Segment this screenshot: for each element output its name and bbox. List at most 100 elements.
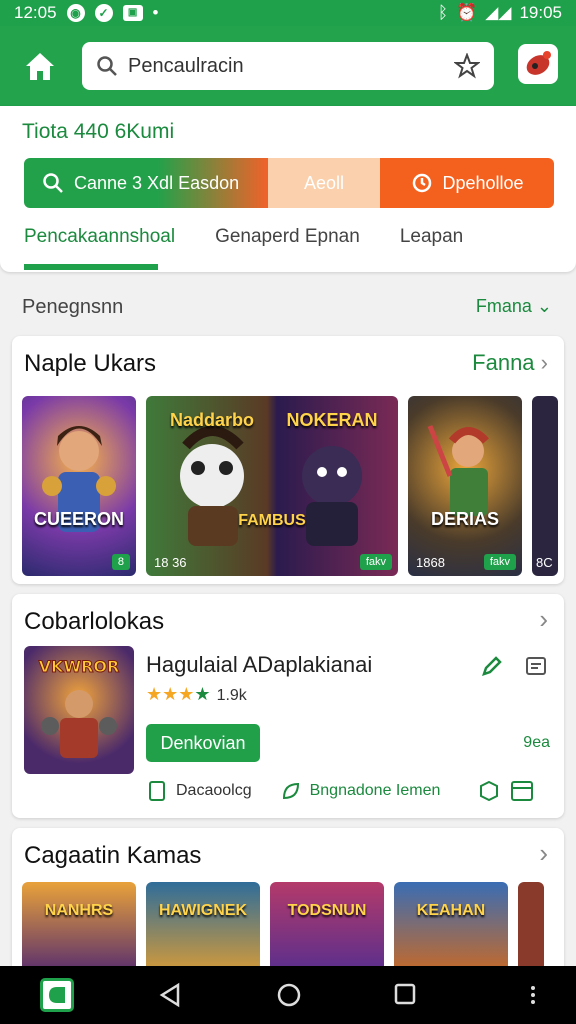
star-icon: ★ — [162, 684, 179, 704]
game-rating: 8C — [536, 555, 553, 570]
panel-see-all-link[interactable]: Fanna › — [472, 350, 548, 376]
hero-art-icon — [42, 426, 116, 532]
section-title: Penegnsnn — [22, 296, 124, 318]
search-icon — [43, 173, 63, 193]
chevron-right-icon[interactable]: › — [539, 604, 548, 635]
panel-title: Naple Ukars — [24, 350, 157, 377]
list-icon[interactable] — [524, 654, 548, 678]
action-button-3-label: Dpeholloe — [442, 172, 524, 193]
tab-3[interactable]: Leapan — [400, 226, 463, 272]
game-carousel[interactable]: NANHRS HAWIGNEK TODSNUN KEAHAN — [22, 882, 544, 972]
game-card-partial[interactable]: 8C — [532, 396, 558, 576]
top-app-bar: Pencaulracin — [0, 26, 576, 106]
store-app-icon[interactable] — [40, 978, 74, 1012]
action-button-row: Canne 3 Xdl Easdon Aeoll Dpeholloe — [24, 158, 554, 208]
game-rating: 1868 — [416, 555, 445, 570]
calendar-icon[interactable] — [510, 780, 534, 802]
warrior-art-icon — [427, 425, 489, 516]
game-badge: fakv — [483, 554, 516, 570]
game-rating: 18 36 — [154, 555, 187, 570]
section-more-link[interactable]: Fmana ⌄ — [476, 296, 552, 319]
chevron-down-icon: ⌄ — [536, 296, 552, 316]
star-icon: ★ — [146, 684, 163, 704]
category-card: Tiota 440 6Kumi Canne 3 Xdl Easdon Aeoll… — [0, 106, 576, 272]
game-card[interactable]: NANHRS — [22, 882, 136, 972]
rating-count: 1.9k — [216, 687, 247, 704]
alarm-icon: ⏰ — [456, 3, 478, 22]
home-icon — [26, 53, 54, 80]
action-button-2[interactable]: Aeoll — [268, 158, 380, 208]
tablet-icon — [149, 781, 165, 801]
system-nav-bar — [0, 966, 576, 1024]
action-button-1-label: Canne 3 Xdl Easdon — [74, 172, 240, 193]
footer-left-text: Dacaoolcg — [176, 782, 252, 799]
section-more-label: Fmana — [475, 296, 532, 316]
chevron-right-icon[interactable]: › — [539, 838, 548, 869]
game-card[interactable]: TODSNUN — [270, 882, 384, 972]
game-title: HAWIGNEK — [159, 902, 247, 919]
action-button-3[interactable]: Dpeholloe — [380, 158, 554, 208]
footer-right-text[interactable]: Bngnadone Iemen — [310, 782, 441, 800]
section-header: Penegnsnn Fmana ⌄ — [22, 296, 552, 319]
more-dot-icon: • — [152, 3, 159, 22]
signal-icon: ◢◢ — [485, 3, 512, 22]
store-logo-icon — [49, 987, 65, 1003]
game-title: TODSNUN — [287, 902, 367, 919]
back-icon[interactable] — [158, 982, 182, 1008]
game-card[interactable]: KEAHAN — [394, 882, 508, 972]
star-icon: ★ — [178, 684, 195, 704]
refresh-icon — [413, 173, 432, 193]
home-button[interactable] — [20, 46, 60, 86]
star-icon[interactable] — [454, 53, 480, 79]
game-title: DERIAS — [430, 509, 499, 529]
panel-title: Cobarlolokas — [24, 608, 165, 635]
game-card-partial[interactable] — [518, 882, 544, 972]
game-card[interactable]: HAWIGNEK — [146, 882, 260, 972]
search-input[interactable]: Pencaulracin — [128, 55, 454, 78]
bluetooth-icon: ᛒ — [437, 3, 449, 22]
notification-icon: ◉ — [66, 4, 85, 22]
game-title: CUEERON — [33, 509, 124, 529]
app-size: 9ea — [523, 734, 550, 751]
action-button-2-label: Aeoll — [303, 172, 345, 193]
recents-icon[interactable] — [394, 983, 416, 1005]
card-title: Tiota 440 6Kumi — [22, 120, 175, 143]
edit-icon[interactable] — [480, 654, 504, 678]
star-icon: ★ — [194, 684, 211, 704]
rating-stars: ★★★★ 1.9k — [146, 684, 247, 705]
more-vert-icon[interactable] — [528, 984, 538, 1006]
status-time-right: 19:05 — [519, 3, 562, 22]
game-title: KEAHAN — [416, 902, 486, 919]
panel-title: Cagaatin Kamas — [24, 842, 202, 869]
search-icon — [97, 56, 117, 76]
hex-badge-icon[interactable] — [478, 780, 500, 802]
game-badge: fakv — [359, 554, 392, 570]
tab-bar: Pencakaannshoal Genaperd Epnan Leapan — [24, 226, 554, 272]
status-time-left: 12:05 — [14, 3, 57, 22]
svg-text:VKWROR: VKWROR — [39, 657, 120, 676]
shield-icon: ✓ — [94, 4, 113, 22]
featured-app-panel: Cobarlolokas › VKWROR Hagulaial ADaplaki… — [12, 594, 564, 818]
profile-app-button[interactable] — [518, 44, 558, 84]
app-thumbnail[interactable]: VKWROR — [24, 646, 134, 774]
game-app-icon — [526, 51, 551, 75]
app-name: Hagulaial ADaplakianai — [146, 652, 373, 677]
panel-link-label: Fanna — [472, 350, 535, 375]
action-button-1[interactable]: Canne 3 Xdl Easdon — [24, 158, 268, 208]
search-bar[interactable]: Pencaulracin — [82, 42, 494, 90]
leaf-icon — [282, 782, 299, 800]
tab-2[interactable]: Genaperd Epnan — [215, 226, 360, 272]
game-badge: 8 — [111, 554, 130, 570]
game-subtitle: FAMBUS — [238, 512, 306, 529]
download-button[interactable]: Denkovian — [146, 724, 260, 762]
game-card[interactable]: DERIAS 1868 fakv — [408, 396, 522, 576]
game-card[interactable]: Naddarbo NOKERAN FAMBUS 18 36 fakv — [146, 396, 398, 576]
game-carousel[interactable]: CUEERON 8 Naddarbo NOKERAN FAMBUS 18 36 … — [22, 396, 558, 576]
home-nav-icon[interactable] — [276, 982, 302, 1008]
app-footer-row: Dacaoolcg Bngnadone Iemen — [146, 780, 556, 802]
status-bar: 12:05 ◉ ✓ ▣ • ᛒ ⏰ ◢◢ 19:05 — [0, 0, 576, 26]
tab-1[interactable]: Pencakaannshoal — [24, 226, 175, 272]
chevron-right-icon: › — [540, 350, 548, 375]
game-card[interactable]: CUEERON 8 — [22, 396, 136, 576]
fighter-art-icon: VKWROR — [38, 657, 120, 758]
